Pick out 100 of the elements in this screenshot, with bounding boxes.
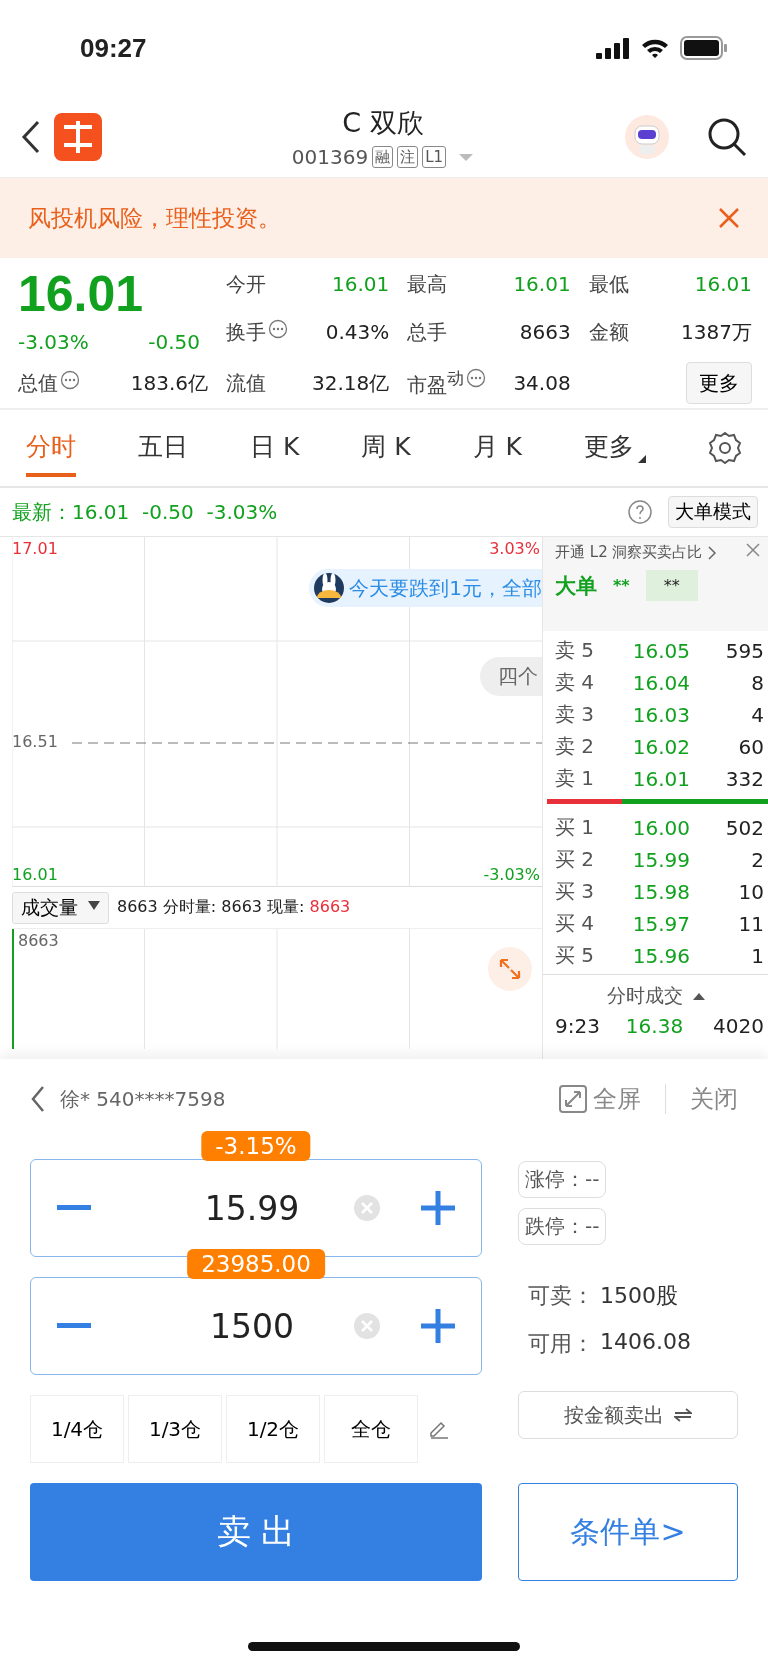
help-icon[interactable] [628, 500, 652, 524]
limit-price: 涨停：-- [518, 1161, 607, 1198]
close-icon[interactable] [718, 207, 740, 229]
sell-by-amount-button[interactable]: 按金额卖出 [518, 1391, 738, 1439]
battery-icon [680, 36, 728, 60]
stat-label: 金额 [588, 318, 629, 346]
caret-icon [637, 454, 646, 463]
app-logo[interactable] [54, 112, 102, 161]
status-time: 09:27 [80, 32, 147, 64]
comment-bubble[interactable]: 四个 [480, 657, 542, 696]
expand-button[interactable] [488, 947, 532, 991]
stat-value: 183.6亿 [130, 369, 208, 397]
caret-icon [88, 900, 100, 911]
chart-tab[interactable]: 日 K [249, 419, 300, 477]
expand-icon [498, 957, 522, 981]
stat-value: 16.01 [694, 272, 752, 296]
axis-label: -3.03% [483, 865, 540, 884]
info-icon[interactable] [268, 318, 288, 339]
plus-icon[interactable] [421, 1309, 455, 1343]
ask-volume: 595 [724, 638, 764, 663]
fullscreen-icon [559, 1085, 587, 1113]
back-icon[interactable] [20, 118, 42, 155]
stat-label: 市盈$^{动}$ [407, 367, 465, 399]
ask-volume: 8 [750, 670, 764, 695]
quantity-value[interactable]: 1500 [91, 1306, 353, 1346]
ask-volume: 60 [737, 734, 764, 759]
bid-label: 买 5 [555, 942, 596, 969]
ask-price: 16.04 [631, 670, 691, 695]
tick-volume: 4020 [712, 1014, 764, 1038]
bid-price: 15.96 [631, 943, 691, 968]
minus-icon[interactable] [57, 1205, 91, 1211]
more-button[interactable]: 更多 [686, 362, 752, 404]
caret-icon [692, 991, 705, 1000]
minus-icon[interactable] [57, 1323, 91, 1329]
promo-card[interactable]: 开通 L2 洞察买卖占比 大单 ** ** [543, 537, 768, 631]
promo-text[interactable]: 开通 L2 洞察买卖占比 [555, 543, 703, 562]
chart-tab[interactable]: 更多 [583, 419, 646, 477]
big-order-mode-button[interactable]: 大单模式 [668, 496, 758, 528]
indicator-select[interactable]: 成交量 [12, 891, 109, 924]
balance-label: 可用： [528, 1330, 594, 1358]
stock-code: 001369 [291, 144, 369, 169]
info-icon[interactable] [60, 369, 80, 390]
last-price: 16.01 [18, 266, 145, 322]
conditional-order-button[interactable]: 条件单> [518, 1483, 738, 1581]
tick-time: 9:23 [555, 1014, 601, 1038]
position-button[interactable]: 1/4仓 [30, 1395, 124, 1463]
balance-value: 1500股 [600, 1282, 678, 1310]
stat-label: 总手 [407, 318, 448, 346]
ask-price: 16.01 [631, 766, 691, 791]
position-button[interactable]: 1/3仓 [128, 1395, 222, 1463]
bid-price: 15.97 [631, 911, 691, 936]
price-value[interactable]: 15.99 [91, 1188, 353, 1228]
chart-tab[interactable]: 周 K [361, 419, 411, 477]
settings-icon[interactable] [707, 431, 742, 465]
stat-label: 今开 [226, 270, 266, 298]
fullscreen-button[interactable]: 全屏 [549, 1083, 651, 1115]
stock-title: C 双欣 [342, 105, 424, 140]
axis-label: 16.01 [12, 865, 58, 884]
swap-icon [674, 1408, 692, 1422]
sell-button[interactable]: 卖 出 [30, 1483, 482, 1581]
stat-value: 1387万 [681, 318, 752, 346]
stock-tag: 注 [397, 145, 419, 168]
big-order-label: 大单 [555, 572, 597, 600]
ask-volume: 332 [724, 766, 764, 791]
limit-price: 跌停：-- [518, 1208, 607, 1245]
stat-value: 34.08 [513, 371, 571, 395]
account-selector[interactable]: 徐* 540****7598 [60, 1085, 535, 1113]
rabbit-avatar-icon [313, 572, 346, 604]
stat-value: 32.18亿 [312, 369, 390, 397]
back-icon[interactable] [30, 1085, 46, 1113]
chart-tab[interactable]: 五日 [138, 419, 188, 477]
change-percent: -3.03% [18, 330, 89, 354]
robot-avatar-icon[interactable] [624, 113, 670, 160]
close-button[interactable]: 关闭 [680, 1083, 738, 1115]
axis-label: 16.51 [12, 732, 58, 751]
ask-volume: 4 [750, 702, 764, 727]
bid-label: 买 1 [555, 814, 596, 841]
chart-tab[interactable]: 月 K [472, 419, 522, 477]
amount-badge: 23985.00 [187, 1249, 325, 1279]
change-amount: -0.50 [148, 330, 200, 354]
bid-label: 买 3 [555, 878, 596, 905]
ask-price: 16.05 [631, 638, 691, 663]
bid-price: 15.98 [631, 879, 691, 904]
stat-label: 最低 [588, 270, 629, 298]
stock-tag: 融 [372, 145, 394, 168]
ticks-title[interactable]: 分时成交 [606, 982, 683, 1009]
big-order-value: ** [613, 576, 630, 595]
volume-readout: 8663 分时量: 8663 现量: 8663 [117, 897, 351, 918]
ask-price: 16.03 [631, 702, 691, 727]
bid-volume: 10 [737, 879, 764, 904]
info-icon[interactable] [466, 367, 487, 388]
stat-label: 最高 [407, 270, 448, 298]
bid-volume: 1 [750, 943, 764, 968]
chevron-right-icon[interactable] [708, 545, 717, 560]
position-button[interactable]: 全仓 [324, 1395, 418, 1463]
position-button[interactable]: 1/2仓 [226, 1395, 320, 1463]
stat-label: 流值 [226, 369, 266, 397]
bid-price: 15.99 [631, 847, 691, 872]
plus-icon[interactable] [421, 1191, 455, 1225]
price-change-badge: -3.15% [201, 1131, 311, 1161]
